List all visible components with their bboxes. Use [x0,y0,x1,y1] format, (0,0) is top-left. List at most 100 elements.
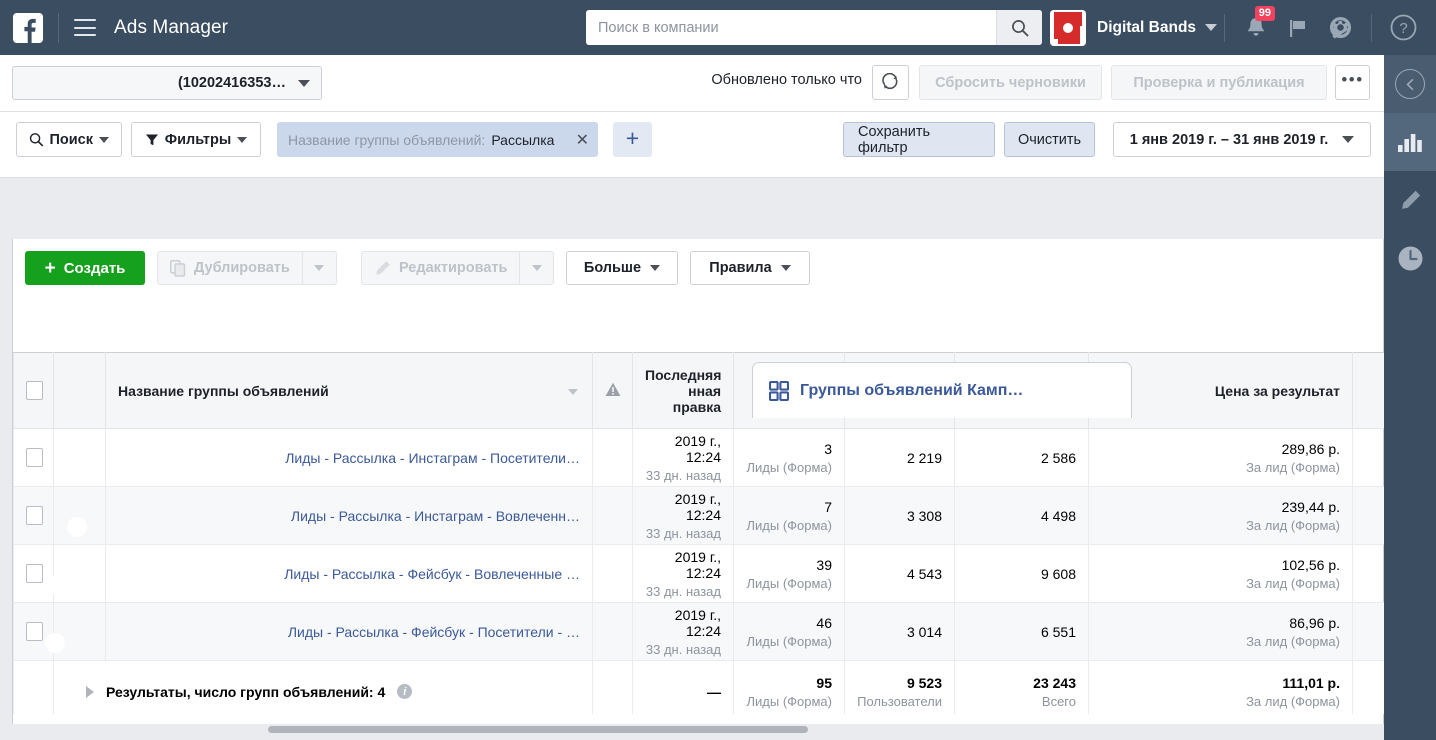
notifications-bell-icon[interactable]: 99 [1235,0,1277,55]
ad-account-selector[interactable]: (10202416353… [12,66,322,100]
row-overflow-cell [1352,428,1385,487]
edit-button-group: Редактировать [361,251,555,285]
digital-bands-logo-icon [1050,9,1086,46]
last-edit-date: 2019 г., 12:24 [674,606,721,639]
search-input[interactable] [586,11,996,44]
sidebar-collapse-button[interactable] [1384,55,1436,113]
more-options-button[interactable]: ••• [1335,65,1370,100]
filters-dropdown-button[interactable]: Фильтры [131,122,261,157]
rules-dropdown-button[interactable]: Правила [690,251,810,285]
content-panel: + Создать Дублировать Редактировать Боль… [12,239,1394,728]
row-checkbox[interactable] [26,564,43,583]
collapse-chevron-left-icon [1395,69,1425,99]
rules-label: Правила [709,260,772,276]
ad-set-name-link[interactable]: Лиды - Рассылка - Фейсбук - Вовлеченные … [118,566,580,582]
scrollbar-thumb[interactable] [268,726,808,733]
name-header[interactable]: Название группы объявлений [105,352,593,429]
last-edit-header[interactable]: Последняя нная правка [632,352,734,429]
row-checkbox[interactable] [26,622,43,641]
sidebar-item-charts[interactable] [1384,113,1436,171]
ad-set-name-link[interactable]: Лиды - Рассылка - Инстаграм - Посетители… [118,450,580,466]
notification-badge: 99 [1254,6,1275,21]
edit-label: Редактировать [399,260,508,276]
row-name-cell[interactable]: Лиды - Рассылка - Инстаграм - Вовлеченн… [105,486,593,545]
chevron-down-icon[interactable] [568,389,578,395]
row-checkbox-cell[interactable] [13,544,54,603]
summary-results-unit: Лиды (Форма) [746,693,832,709]
info-icon[interactable]: i [397,684,413,699]
clear-filter-button[interactable]: Очистить [1004,122,1095,157]
summary-overflow-cell [1352,660,1385,714]
row-checkbox-cell[interactable] [13,486,54,545]
cost-unit: За лид (Форма) [1246,575,1340,591]
row-impressions-cell: 2 586 [954,428,1089,487]
horizontal-scrollbar[interactable] [12,724,1384,735]
date-range-picker[interactable]: 1 янв 2019 г. – 31 янв 2019 г. [1113,122,1371,157]
ad-set-name-link[interactable]: Лиды - Рассылка - Фейсбук - Посетители -… [118,624,580,640]
row-warning-cell [592,544,633,603]
select-all-checkbox[interactable] [26,381,43,400]
row-reach-cell: 4 543 [844,544,955,603]
funnel-icon [145,134,158,145]
search-dropdown-label: Поиск [49,131,93,148]
refresh-button[interactable] [872,65,909,100]
more-dropdown-button[interactable]: Больше [566,251,678,285]
sidebar-item-history[interactable] [1384,229,1436,287]
row-impressions-cell: 6 551 [954,602,1089,661]
search-icon[interactable] [996,10,1042,45]
active-filter-chip[interactable]: Название группы объявлений: Рассылка ✕ [277,122,598,157]
table-row[interactable]: Лиды - Рассылка - Фейсбук - Посетители -… [13,602,1385,661]
ad-set-name-link[interactable]: Лиды - Рассылка - Инстаграм - Вовлеченн… [118,508,580,524]
filters-dropdown-label: Фильтры [164,131,232,148]
row-name-cell[interactable]: Лиды - Рассылка - Фейсбук - Посетители -… [105,602,593,661]
last-edit-relative: 33 дн. назад [645,583,721,599]
search-dropdown-button[interactable]: Поиск [16,122,122,157]
pencil-icon [1401,190,1420,209]
row-name-cell[interactable]: Лиды - Рассылка - Инстаграм - Посетители… [105,428,593,487]
select-all-header[interactable] [13,352,54,429]
save-filter-button[interactable]: Сохранить фильтр [843,122,995,157]
header-divider [58,12,59,43]
name-header-label: Название группы объявлений [118,382,329,399]
help-question-mark-icon[interactable]: ? [1382,0,1424,55]
row-status-cell[interactable] [53,602,106,661]
row-status-cell[interactable] [53,486,106,545]
sidebar-item-edit[interactable] [1384,171,1436,229]
chevron-down-icon [99,136,109,143]
row-status-cell[interactable] [53,544,106,603]
tab-strip: Обзор аккаунта Кампании Выбрано: 2 ✕ Гру… [0,178,1436,418]
row-checkbox[interactable] [26,506,43,525]
row-checkbox[interactable] [26,448,43,467]
facebook-logo-icon[interactable] [13,12,43,43]
triangle-right-icon[interactable] [86,685,94,698]
duplicate-label: Дублировать [194,260,290,276]
row-name-cell[interactable]: Лиды - Рассылка - Фейсбук - Вовлеченные … [105,544,593,603]
create-button[interactable]: + Создать [25,251,145,285]
close-icon[interactable]: ✕ [576,130,589,150]
table-row[interactable]: Лиды - Рассылка - Инстаграм - Вовлеченн…… [13,486,1385,545]
summary-label-cell[interactable]: Результаты, число групп объявлений: 4 i [53,660,593,714]
last-edit-header-line2: нная правка [672,382,721,415]
add-filter-button[interactable]: + [613,122,652,157]
chevron-down-icon [780,265,791,271]
cost-value: 86,96 р. [1289,614,1340,631]
summary-checkbox-cell [13,660,54,714]
gear-icon[interactable] [1319,0,1361,55]
cost-unit: За лид (Форма) [1246,517,1340,533]
table-row[interactable]: Лиды - Рассылка - Инстаграм - Посетители… [13,428,1385,487]
summary-cost-unit: За лид (Форма) [1246,693,1340,709]
business-selector[interactable]: Digital Bands [1050,0,1218,55]
ads-manager-app: Ads Manager Digital Bands [0,0,1436,740]
row-status-cell[interactable] [53,428,106,487]
flag-icon[interactable] [1277,0,1319,55]
global-search[interactable] [586,10,1042,45]
row-cost-cell: 289,86 р. За лид (Форма) [1088,428,1353,487]
hamburger-menu-icon[interactable] [74,19,96,36]
copy-icon [170,259,186,277]
tab-ad-sets[interactable]: Группы объявлений Камп… [752,362,1132,418]
row-results-cell: 39 Лиды (Форма) [733,544,845,603]
row-checkbox-cell[interactable] [13,428,54,487]
table-row[interactable]: Лиды - Рассылка - Фейсбук - Вовлеченные … [13,544,1385,603]
header-divider [1224,13,1225,42]
row-checkbox-cell[interactable] [13,602,54,661]
